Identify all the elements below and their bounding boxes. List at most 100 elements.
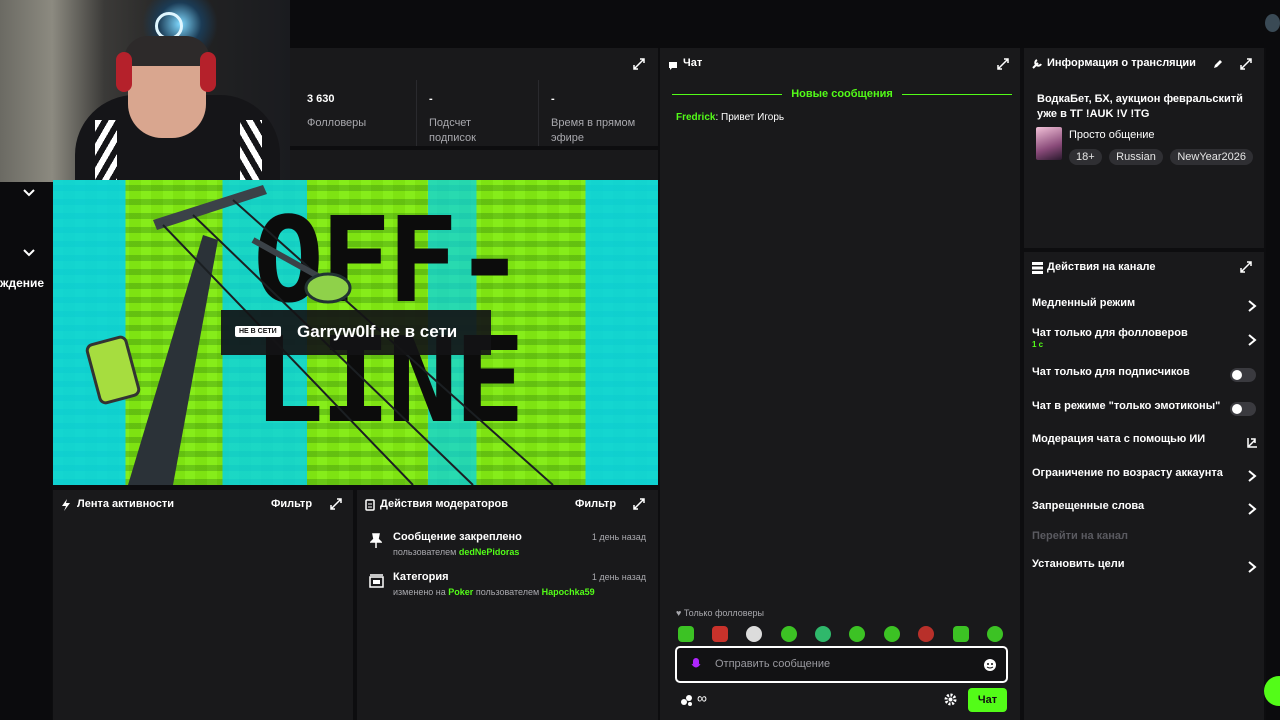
slow-mode-label: Медленный режим <box>1032 297 1136 309</box>
slow-mode-row[interactable]: Медленный режим <box>1032 297 1258 317</box>
send-chat-button[interactable]: Чат <box>968 688 1007 712</box>
goals-label: Установить цели <box>1032 558 1125 570</box>
chat-input-placeholder: Отправить сообщение <box>715 658 831 670</box>
right-edge-rail <box>1266 48 1280 720</box>
divider <box>416 80 417 146</box>
category-icon <box>369 574 384 588</box>
wrench-icon <box>1031 57 1043 69</box>
popout-icon[interactable] <box>632 57 646 71</box>
raid-row: Перейти на канал <box>1032 530 1258 550</box>
popout-icon[interactable] <box>1239 260 1253 274</box>
stat-subs-value: - <box>429 93 433 105</box>
subs-only-label: Чат только для подписчиков <box>1032 366 1190 378</box>
category-name[interactable]: Просто общение <box>1069 129 1155 141</box>
emote-icon[interactable] <box>746 626 762 642</box>
chat-message-text: Привет Игорь <box>721 112 785 123</box>
chevron-right-icon <box>1246 333 1258 347</box>
followers-only-label: Чат только для фолловеров <box>1032 327 1188 339</box>
offline-badge: НЕ В СЕТИ <box>235 326 281 337</box>
chevron-right-icon <box>1246 299 1258 313</box>
raid-label: Перейти на канал <box>1032 530 1129 542</box>
emote-only-toggle[interactable] <box>1230 402 1256 416</box>
new-messages-divider[interactable]: Новые сообщения <box>672 88 1012 102</box>
account-age-label: Ограничение по возрасту аккаунта <box>1032 467 1223 479</box>
microphone-icon[interactable] <box>691 658 701 672</box>
chat-icon <box>668 58 678 70</box>
tag-pill[interactable]: 18+ <box>1069 149 1102 165</box>
channel-actions-title: Действия на канале <box>1047 261 1156 273</box>
stat-live-label: Время в прямом эфире <box>551 117 636 144</box>
activity-feed-panel: Лента активности Фильтр <box>53 490 353 720</box>
mod-actions-panel: Действия модераторов Фильтр <box>357 490 658 720</box>
tag-pill[interactable]: NewYear2026 <box>1170 149 1254 165</box>
infinity-label: ∞ <box>697 690 707 706</box>
chat-username[interactable]: Fredrick <box>676 112 715 123</box>
chat-panel <box>660 48 1020 720</box>
followers-only-row[interactable]: Чат только для фолловеров 1 с <box>1032 327 1258 353</box>
webcam-overlay <box>0 0 290 182</box>
emote-icon[interactable] <box>918 626 934 642</box>
followers-only-label: Только фолловеры <box>683 608 764 618</box>
popout-icon[interactable] <box>996 57 1010 71</box>
popout-icon[interactable] <box>329 497 343 511</box>
mod-log-row: Сообщение закреплено 1 день назад пользо… <box>368 530 648 564</box>
heart-icon: ♥ <box>676 608 682 618</box>
activity-filter-button[interactable]: Фильтр <box>271 498 312 510</box>
external-link-icon <box>1246 435 1258 449</box>
mod-row-category[interactable]: Poker <box>448 587 473 597</box>
player-top-strip <box>290 150 658 180</box>
ai-moderation-row[interactable]: Модерация чата с помощью ИИ <box>1032 433 1258 453</box>
banned-words-label: Запрещенные слова <box>1032 500 1145 512</box>
chevron-right-icon <box>1246 469 1258 483</box>
mod-row-middle: пользователем <box>475 587 540 597</box>
tag-pill[interactable]: Russian <box>1109 149 1163 165</box>
mod-row-title: Сообщение закреплено <box>393 531 522 543</box>
emote-icon[interactable] <box>712 626 728 642</box>
lightning-icon <box>61 498 71 511</box>
account-age-row[interactable]: Ограничение по возрасту аккаунта <box>1032 467 1258 487</box>
popout-icon[interactable] <box>1239 57 1253 71</box>
category-thumbnail[interactable] <box>1036 127 1062 160</box>
emote-icon[interactable] <box>884 626 900 642</box>
sidebar-cut-label[interactable]: ждение <box>0 276 44 290</box>
mod-actions-title: Действия модераторов <box>380 498 509 510</box>
popout-icon[interactable] <box>632 497 646 511</box>
emote-icon[interactable] <box>815 626 831 642</box>
ai-moderation-label: Модерация чата с помощью ИИ <box>1032 433 1206 445</box>
emote-icon[interactable] <box>953 626 969 642</box>
chevron-right-icon <box>1246 502 1258 516</box>
tag-list: 18+ Russian NewYear2026 <box>1069 147 1256 165</box>
subs-only-row: Чат только для подписчиков <box>1032 366 1258 386</box>
mod-log-row: Категория 1 день назад изменено на Poker… <box>368 570 648 604</box>
subs-only-toggle[interactable] <box>1230 368 1256 382</box>
goals-row[interactable]: Установить цели <box>1032 558 1258 578</box>
mod-row-prefix: пользователем <box>393 547 457 557</box>
chat-input[interactable]: Отправить сообщение <box>675 646 1008 683</box>
stream-info-title: Информация о трансляции <box>1047 57 1196 69</box>
mod-row-title: Категория <box>393 571 449 583</box>
gear-icon[interactable] <box>944 693 957 706</box>
chat-message: Fredrick: Привет Игорь <box>676 112 785 123</box>
points-icon[interactable] <box>680 693 694 707</box>
chevron-down-icon[interactable] <box>22 186 36 200</box>
avatar[interactable] <box>1265 14 1280 32</box>
mod-row-user[interactable]: dedNePidoras <box>459 547 520 557</box>
emoji-icon[interactable] <box>983 658 997 672</box>
mod-filter-button[interactable]: Фильтр <box>575 498 616 510</box>
followers-only-notice: ♥ Только фолловеры <box>676 608 764 618</box>
emote-icon[interactable] <box>849 626 865 642</box>
emote-icon[interactable] <box>987 626 1003 642</box>
pencil-icon[interactable] <box>1212 57 1224 69</box>
divider <box>538 80 539 146</box>
emote-icon[interactable] <box>781 626 797 642</box>
offline-overlay: НЕ В СЕТИ Garryw0lf не в сети <box>221 310 491 355</box>
emote-icon[interactable] <box>678 626 694 642</box>
mod-row-user[interactable]: Hapochka59 <box>542 587 595 597</box>
video-player[interactable]: OFF- LINE НЕ В СЕТИ Garryw0lf не в сети <box>53 180 658 485</box>
mod-row-time: 1 день назад <box>591 532 646 542</box>
emote-only-row: Чат в режиме "только эмотиконы" <box>1032 400 1258 420</box>
stat-followers-label: Фолловеры <box>307 117 367 129</box>
chevron-down-icon[interactable] <box>22 246 36 260</box>
actions-icon <box>1032 261 1043 274</box>
banned-words-row[interactable]: Запрещенные слова <box>1032 500 1258 520</box>
